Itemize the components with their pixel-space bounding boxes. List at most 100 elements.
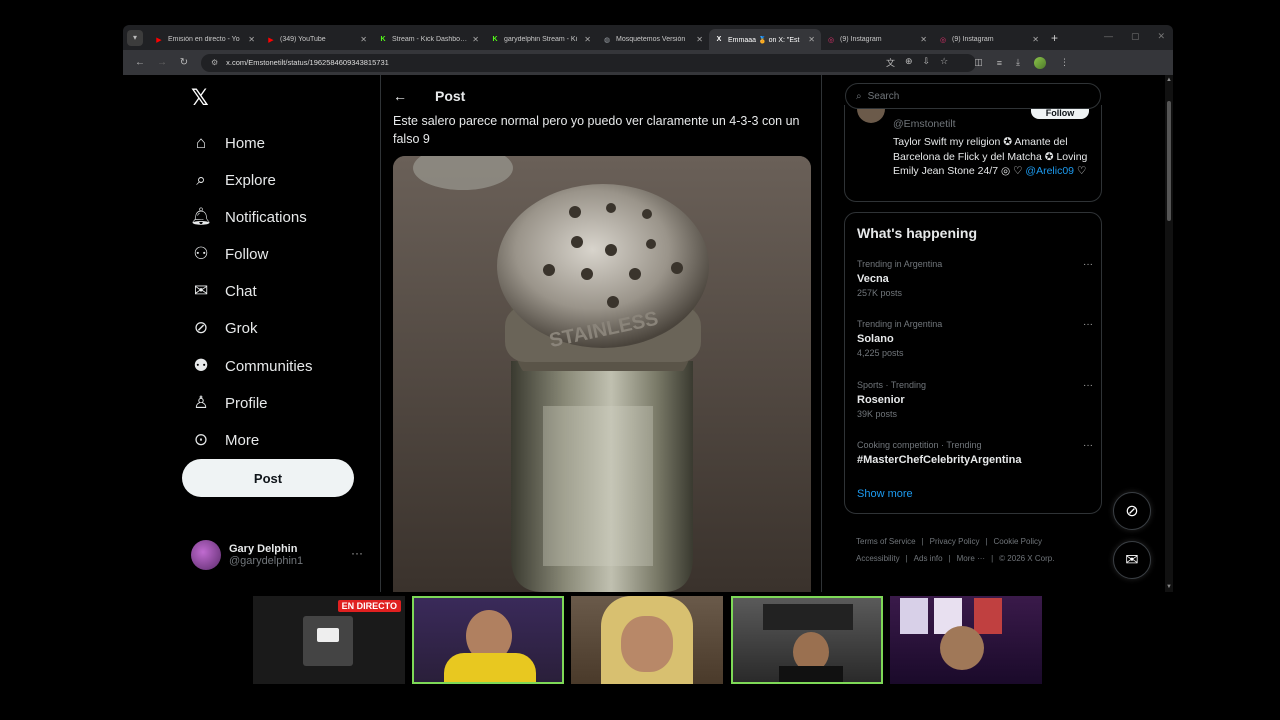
close-tab-icon[interactable]: ✕ [808, 35, 815, 44]
kick-icon: K [380, 36, 386, 43]
media-icon[interactable]: ≡ [997, 58, 1002, 68]
address-bar: ← → ↻ ⚙ x.com/Emstonetilt/status/1962584… [123, 50, 1173, 75]
download-icon[interactable]: ⤓ [1016, 57, 1020, 68]
nav-item-more[interactable]: ⊙ More [191, 425, 259, 455]
footer-link[interactable]: Cookie Policy [994, 537, 1042, 546]
nav-item-label: Profile [225, 394, 268, 412]
footer-separator: | [991, 554, 994, 563]
post-image[interactable]: STAINLESS [393, 156, 811, 592]
new-tab-button[interactable]: + [1051, 31, 1058, 45]
bookmark-star-icon[interactable]: ☆ [940, 56, 948, 69]
scrollbar-thumb[interactable] [1167, 101, 1171, 221]
footer-link[interactable]: Ads info [914, 554, 943, 563]
footer-link[interactable]: More ··· [957, 554, 985, 563]
page-scrollbar[interactable]: ▲ ▼ [1165, 75, 1173, 592]
nav-item-label: Grok [225, 319, 258, 337]
scroll-down-icon[interactable]: ▼ [1166, 584, 1172, 590]
browser-tab[interactable]: ▶ (349) YouTube ✕ [261, 29, 373, 50]
instagram-icon: ◎ [827, 36, 835, 44]
close-tab-icon[interactable]: ✕ [920, 35, 927, 44]
browser-tab[interactable]: Kgarydelphin Stream - Ki ✕ [485, 29, 597, 50]
zoom-icon[interactable]: ⊕ [905, 56, 913, 69]
browser-tab[interactable]: ◎ (9) Instagram ✕ [821, 29, 933, 50]
close-tab-icon[interactable]: ✕ [360, 35, 367, 44]
forward-icon[interactable]: → [151, 57, 173, 68]
close-tab-icon[interactable]: ✕ [472, 35, 479, 44]
streamer-face [621, 616, 673, 672]
person-icon: ♙ [193, 393, 209, 412]
trend-item[interactable]: Cooking competition · Trending #MasterChe… [857, 440, 1093, 466]
translate-icon[interactable]: 文 [886, 56, 895, 69]
bio-mention-link[interactable]: @Arelic09 [1025, 165, 1074, 177]
account-switcher[interactable]: Gary Delphin @garydelphin1 ··· [191, 540, 363, 570]
close-tab-icon[interactable]: ✕ [696, 35, 703, 44]
more-dots-icon[interactable]: ··· [1083, 440, 1093, 451]
more-dots-icon[interactable]: ··· [351, 546, 363, 560]
trend-item[interactable]: Sports · Trending Rosenior 39K posts ··· [857, 380, 1093, 419]
more-circle-icon: ⊙ [193, 430, 209, 449]
youtube-icon: ▶ [268, 36, 274, 44]
browser-tab[interactable]: X Emmaaa 🏅 on X: "Est ✕ [709, 29, 821, 50]
browser-tab[interactable]: ◎ (9) Instagram ✕ [933, 29, 1045, 50]
footer-link[interactable]: © 2026 X Corp. [999, 554, 1054, 563]
footer-link[interactable]: Privacy Policy [930, 537, 980, 546]
nav-item-chat[interactable]: ✉ Chat [191, 276, 257, 306]
tab-title: Emmaaa 🏅 on X: "Est [728, 36, 800, 44]
more-dots-icon[interactable]: ··· [1083, 319, 1093, 330]
back-icon[interactable]: ← [129, 57, 151, 68]
browser-tab[interactable]: ▶ Emisión en directo - Yo ✕ [149, 29, 261, 50]
nav-item-profile[interactable]: ♙ Profile [191, 388, 268, 418]
more-dots-icon[interactable]: ··· [1083, 259, 1093, 270]
site-info-icon[interactable]: ⚙ [211, 58, 218, 67]
nav-item-grok[interactable]: ⊘ Grok [191, 313, 258, 343]
trend-item[interactable]: Trending in Argentina Solano 4,225 posts ··… [857, 319, 1093, 358]
more-dots-icon[interactable]: ··· [1083, 380, 1093, 391]
nav-item-label: Home [225, 134, 266, 152]
search-input[interactable]: ⌕ Search [845, 83, 1101, 109]
nav-item-home[interactable]: ⌂ Home [191, 128, 265, 158]
x-page: 𝕏 ⌂ Home ⌕ Explore 🔔︎ Notifications ⚇ Follow ✉ Ch… [123, 75, 1165, 592]
maximize-icon[interactable]: ▢ [1131, 31, 1140, 42]
browser-tab[interactable]: K Stream - Kick Dashboard ✕ [373, 29, 485, 50]
tab-search-icon[interactable]: ▾ [127, 29, 143, 46]
messages-float-button[interactable]: ✉ [1113, 541, 1151, 579]
nav-item-explore[interactable]: ⌕ Explore [191, 165, 276, 195]
post-button[interactable]: Post [182, 459, 354, 497]
close-tab-icon[interactable]: ✕ [248, 35, 255, 44]
search-icon: ⌕ [856, 90, 862, 102]
close-window-icon[interactable]: ✕ [1157, 31, 1165, 42]
back-arrow-icon[interactable]: ← [393, 88, 423, 104]
menu-kebab-icon[interactable]: ⋮ [1060, 57, 1069, 68]
nav-item-communities[interactable]: ⚉ Communities [191, 351, 312, 381]
close-tab-icon[interactable]: ✕ [1032, 35, 1039, 44]
camera-tile [571, 596, 723, 684]
footer-link[interactable]: Accessibility [856, 554, 900, 563]
minimize-icon[interactable]: — [1104, 31, 1113, 42]
browser-tab[interactable]: ◍ Mosquetemos Versión ✕ [597, 29, 709, 50]
nav-item-label: Explore [225, 171, 276, 189]
mail-icon: ✉ [1125, 552, 1139, 569]
trend-item[interactable]: Trending in Argentina Vecna 257K posts ··· [857, 259, 1093, 298]
extensions-icon[interactable]: ◫ [974, 57, 983, 68]
close-tab-icon[interactable]: ✕ [584, 35, 591, 44]
trend-name: #MasterChefCelebrityArgentina [857, 454, 1022, 466]
show-more-link[interactable]: Show more [857, 488, 913, 500]
footer-link[interactable]: Terms of Service [856, 537, 916, 546]
nav-item-follow[interactable]: ⚇ Follow [191, 239, 268, 269]
nav-item-label: Chat [225, 282, 257, 300]
install-icon[interactable]: ⇩ [923, 56, 931, 69]
tab-title: Stream - Kick Dashboard [392, 36, 469, 43]
scroll-up-icon[interactable]: ▲ [1166, 77, 1172, 83]
nav-item-notifications[interactable]: 🔔︎ Notifications [190, 202, 307, 232]
salt-shaker-illustration: STAINLESS [393, 156, 811, 592]
footer-separator: | [921, 537, 924, 546]
reload-icon[interactable]: ↻ [173, 57, 195, 68]
profile-handle[interactable]: @Emstonetilt [893, 118, 956, 130]
trend-count: 257K posts [857, 288, 903, 298]
main-column: ← Post Este salero parece normal pero yo… [380, 75, 822, 592]
x-logo-icon[interactable]: 𝕏 [191, 85, 209, 111]
profile-avatar[interactable] [1033, 56, 1046, 69]
grok-float-button[interactable]: ⊘ [1113, 492, 1151, 530]
footer-separator: | [905, 554, 908, 563]
url-field[interactable]: ⚙ x.com/Emstonetilt/status/1962584609343… [201, 53, 976, 72]
